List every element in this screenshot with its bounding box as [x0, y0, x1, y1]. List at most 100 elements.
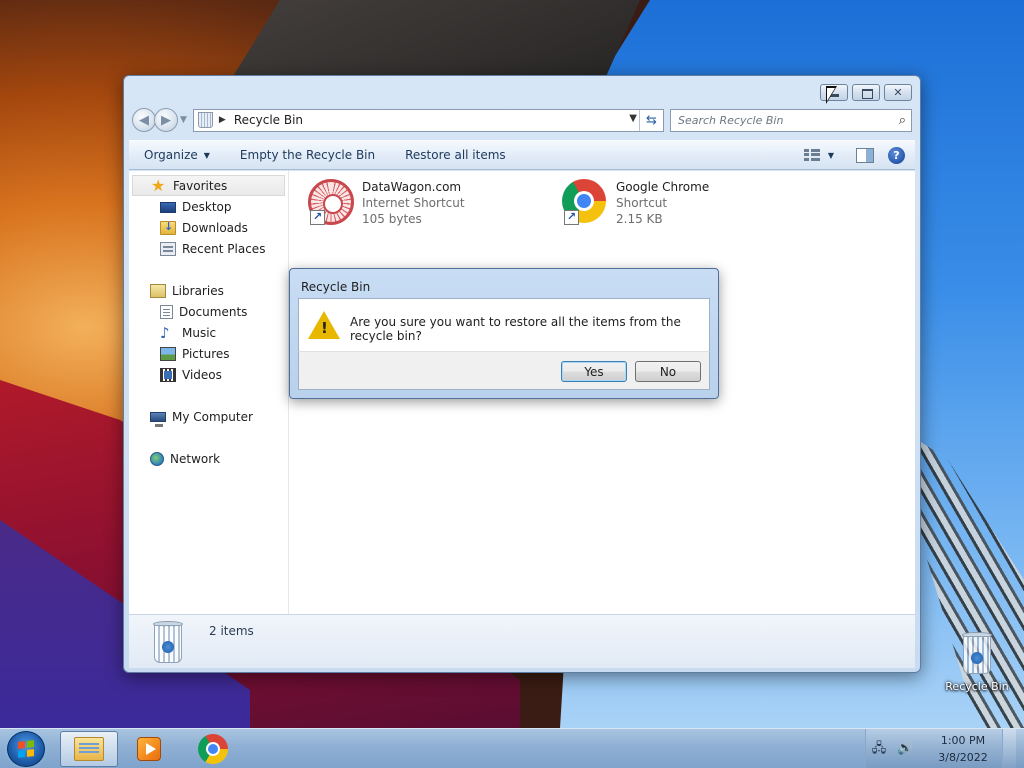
volume-icon[interactable]: 🔊 — [897, 741, 913, 757]
navigation-bar: ◀ ▶ ▼ ▶ Recycle Bin ▼ ⇆ ⌕ — [132, 106, 912, 134]
sidebar-item-network[interactable]: Network — [129, 448, 288, 469]
network-icon — [150, 451, 164, 466]
datawagon-icon: ↗ — [308, 179, 356, 227]
documents-icon — [160, 304, 173, 319]
confirm-dialog: Recycle Bin Are you sure you want to res… — [289, 268, 719, 399]
file-item[interactable]: ↗ DataWagon.com Internet Shortcut 105 by… — [308, 179, 465, 227]
yes-button[interactable]: Yes — [561, 361, 627, 382]
network-tray-icon[interactable]: 🖧 — [871, 741, 887, 757]
dialog-button-bar: Yes No — [298, 351, 710, 390]
recycle-bin-small-icon — [197, 112, 213, 128]
file-type: Internet Shortcut — [362, 196, 465, 210]
recent-places-icon — [160, 241, 176, 256]
shortcut-arrow-icon: ↗ — [310, 210, 325, 225]
navigation-pane: ★ Favorites Desktop Downloads Recent Pla… — [129, 171, 289, 614]
recycle-bin-icon — [151, 621, 185, 665]
forward-button[interactable]: ▶ — [154, 108, 178, 132]
mouse-cursor-icon — [826, 86, 837, 104]
media-player-icon — [137, 737, 161, 761]
empty-recycle-bin-button[interactable]: Empty the Recycle Bin — [225, 140, 390, 170]
videos-icon — [160, 367, 176, 382]
warning-icon — [308, 311, 340, 339]
back-button[interactable]: ◀ — [132, 108, 156, 132]
dialog-title: Recycle Bin — [301, 280, 371, 294]
sidebar-item-music[interactable]: ♪ Music — [129, 322, 288, 343]
taskbar-media-player-button[interactable] — [120, 731, 178, 767]
recent-pages-dropdown[interactable]: ▼ — [180, 115, 187, 125]
file-type: Shortcut — [616, 196, 668, 210]
help-icon[interactable]: ? — [888, 146, 905, 164]
dialog-message: Are you sure you want to restore all the… — [350, 315, 681, 343]
sidebar-item-desktop[interactable]: Desktop — [129, 196, 288, 217]
sidebar-item-label: Desktop — [182, 199, 232, 214]
clock[interactable]: 1:00 PM 3/8/2022 — [934, 732, 992, 766]
clock-date: 3/8/2022 — [938, 751, 988, 764]
windows-logo-icon — [18, 740, 34, 758]
file-size: 105 bytes — [362, 212, 422, 226]
system-tray: 🖧 🔊 1:00 PM 3/8/2022 — [865, 729, 1024, 768]
details-pane: 2 items — [129, 614, 915, 668]
taskbar-explorer-button[interactable] — [60, 731, 118, 767]
search-box[interactable]: ⌕ — [670, 108, 912, 132]
explorer-icon — [74, 737, 104, 761]
close-button[interactable] — [884, 84, 912, 101]
file-size: 2.15 KB — [616, 212, 663, 226]
address-bar[interactable]: ▶ Recycle Bin ▼ ⇆ — [192, 108, 664, 132]
libraries-icon — [150, 283, 166, 298]
command-bar: Organize ▼ Empty the Recycle Bin Restore … — [129, 140, 915, 170]
desktop-icon — [160, 201, 176, 213]
sidebar-item-documents[interactable]: Documents — [129, 301, 288, 322]
maximize-button[interactable] — [852, 84, 880, 101]
organize-label: Organize — [144, 148, 198, 162]
organize-button[interactable]: Organize ▼ — [129, 140, 225, 170]
sidebar-item-favorites[interactable]: ★ Favorites — [132, 175, 285, 196]
dialog-message-panel: Are you sure you want to restore all the… — [298, 298, 710, 351]
desktop-icon-label: Recycle Bin — [945, 680, 1009, 693]
breadcrumb-recycle-bin[interactable]: Recycle Bin — [234, 113, 303, 127]
recycle-bin-icon — [960, 632, 994, 676]
sidebar-item-label: My Computer — [172, 409, 253, 424]
sidebar-item-pictures[interactable]: Pictures — [129, 343, 288, 364]
downloads-folder-icon — [160, 220, 176, 235]
sidebar-item-label: Libraries — [172, 283, 224, 298]
sidebar-item-downloads[interactable]: Downloads — [129, 217, 288, 238]
computer-icon — [150, 411, 166, 427]
star-icon: ★ — [151, 175, 166, 195]
start-button[interactable] — [7, 731, 45, 767]
no-button[interactable]: No — [635, 361, 701, 382]
show-desktop-button[interactable] — [1002, 729, 1016, 768]
sidebar-item-label: Recent Places — [182, 241, 266, 256]
sidebar-item-my-computer[interactable]: My Computer — [129, 406, 288, 427]
sidebar-item-libraries[interactable]: Libraries — [129, 280, 288, 301]
refresh-button[interactable]: ⇆ — [639, 109, 663, 131]
sidebar-item-label: Videos — [182, 367, 222, 382]
arrow-right-icon: ▶ — [161, 112, 171, 128]
chrome-icon: ↗ — [562, 179, 610, 227]
item-count: 2 items — [209, 624, 254, 638]
search-icon[interactable]: ⌕ — [899, 113, 906, 128]
sidebar-item-label: Pictures — [182, 346, 230, 361]
arrow-left-icon: ◀ — [139, 112, 149, 128]
change-view-icon[interactable] — [803, 148, 820, 162]
file-name: Google Chrome — [616, 180, 710, 194]
clock-time: 1:00 PM — [940, 734, 986, 747]
chevron-down-icon: ▼ — [203, 150, 210, 160]
file-name: DataWagon.com — [362, 180, 462, 194]
music-icon: ♪ — [160, 323, 170, 342]
sidebar-item-label: Favorites — [173, 178, 228, 193]
shortcut-arrow-icon: ↗ — [564, 210, 579, 225]
breadcrumb-separator-icon[interactable]: ▶ — [219, 115, 226, 125]
taskbar: 🖧 🔊 1:00 PM 3/8/2022 — [0, 728, 1024, 768]
preview-pane-icon[interactable] — [856, 147, 874, 163]
search-input[interactable] — [678, 113, 878, 127]
chrome-icon — [198, 734, 228, 764]
sidebar-item-videos[interactable]: Videos — [129, 364, 288, 385]
restore-all-items-button[interactable]: Restore all items — [390, 140, 521, 170]
view-controls: ▼ ? — [803, 146, 915, 164]
sidebar-item-recent-places[interactable]: Recent Places — [129, 238, 288, 259]
file-item[interactable]: ↗ Google Chrome Shortcut 2.15 KB — [562, 179, 709, 227]
desktop-icon-recycle-bin[interactable]: Recycle Bin — [940, 632, 1014, 693]
taskbar-chrome-button[interactable] — [184, 731, 242, 767]
view-dropdown-icon[interactable]: ▼ — [828, 151, 834, 160]
address-dropdown-icon[interactable]: ▼ — [629, 113, 637, 124]
